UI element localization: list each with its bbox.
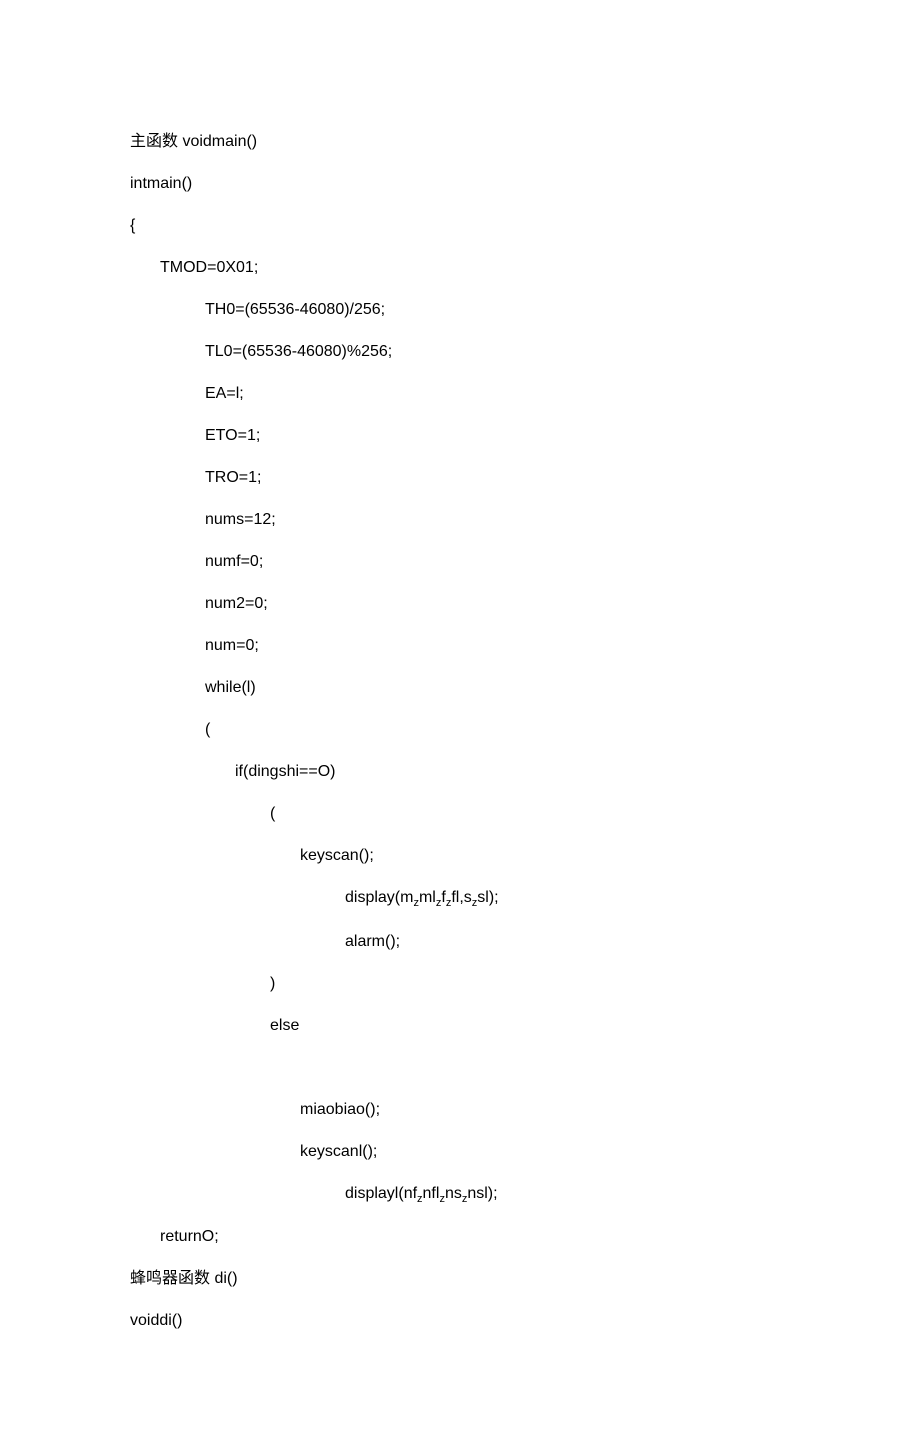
code-line: TMOD=0X01;: [130, 256, 790, 280]
code-document: 主函数 voidmain() intmain() { TMOD=0X01; TH0=(6…: [0, 0, 920, 1451]
code-line: {: [130, 214, 790, 238]
code-line: 主函数 voidmain(): [130, 130, 790, 154]
code-line: returnO;: [130, 1225, 790, 1249]
code-line: while(l): [130, 676, 790, 700]
code-line: 蜂鸣器函数 di(): [130, 1267, 790, 1291]
code-line: keyscan();: [130, 844, 790, 868]
code-line: (: [130, 802, 790, 826]
code-line: voiddi(): [130, 1309, 790, 1333]
code-line: (: [130, 718, 790, 742]
code-line: [130, 1056, 790, 1080]
code-line: intmain(): [130, 172, 790, 196]
code-line: ETO=1;: [130, 424, 790, 448]
code-line: displayl(nfznflznsznsl);: [130, 1182, 790, 1208]
code-line: nums=12;: [130, 508, 790, 532]
code-line: else: [130, 1014, 790, 1038]
code-line: num=0;: [130, 634, 790, 658]
code-line: display(mzmlzfzfl,szsl);: [130, 886, 790, 912]
code-line: alarm();: [130, 930, 790, 954]
code-line: TL0=(65536-46080)%256;: [130, 340, 790, 364]
code-line: num2=0;: [130, 592, 790, 616]
code-line: numf=0;: [130, 550, 790, 574]
code-line: TRO=1;: [130, 466, 790, 490]
code-line: miaobiao();: [130, 1098, 790, 1122]
code-line: EA=l;: [130, 382, 790, 406]
code-line: keyscanl();: [130, 1140, 790, 1164]
code-line: TH0=(65536-46080)/256;: [130, 298, 790, 322]
code-line: if(dingshi==O): [130, 760, 790, 784]
code-line: ): [130, 972, 790, 996]
